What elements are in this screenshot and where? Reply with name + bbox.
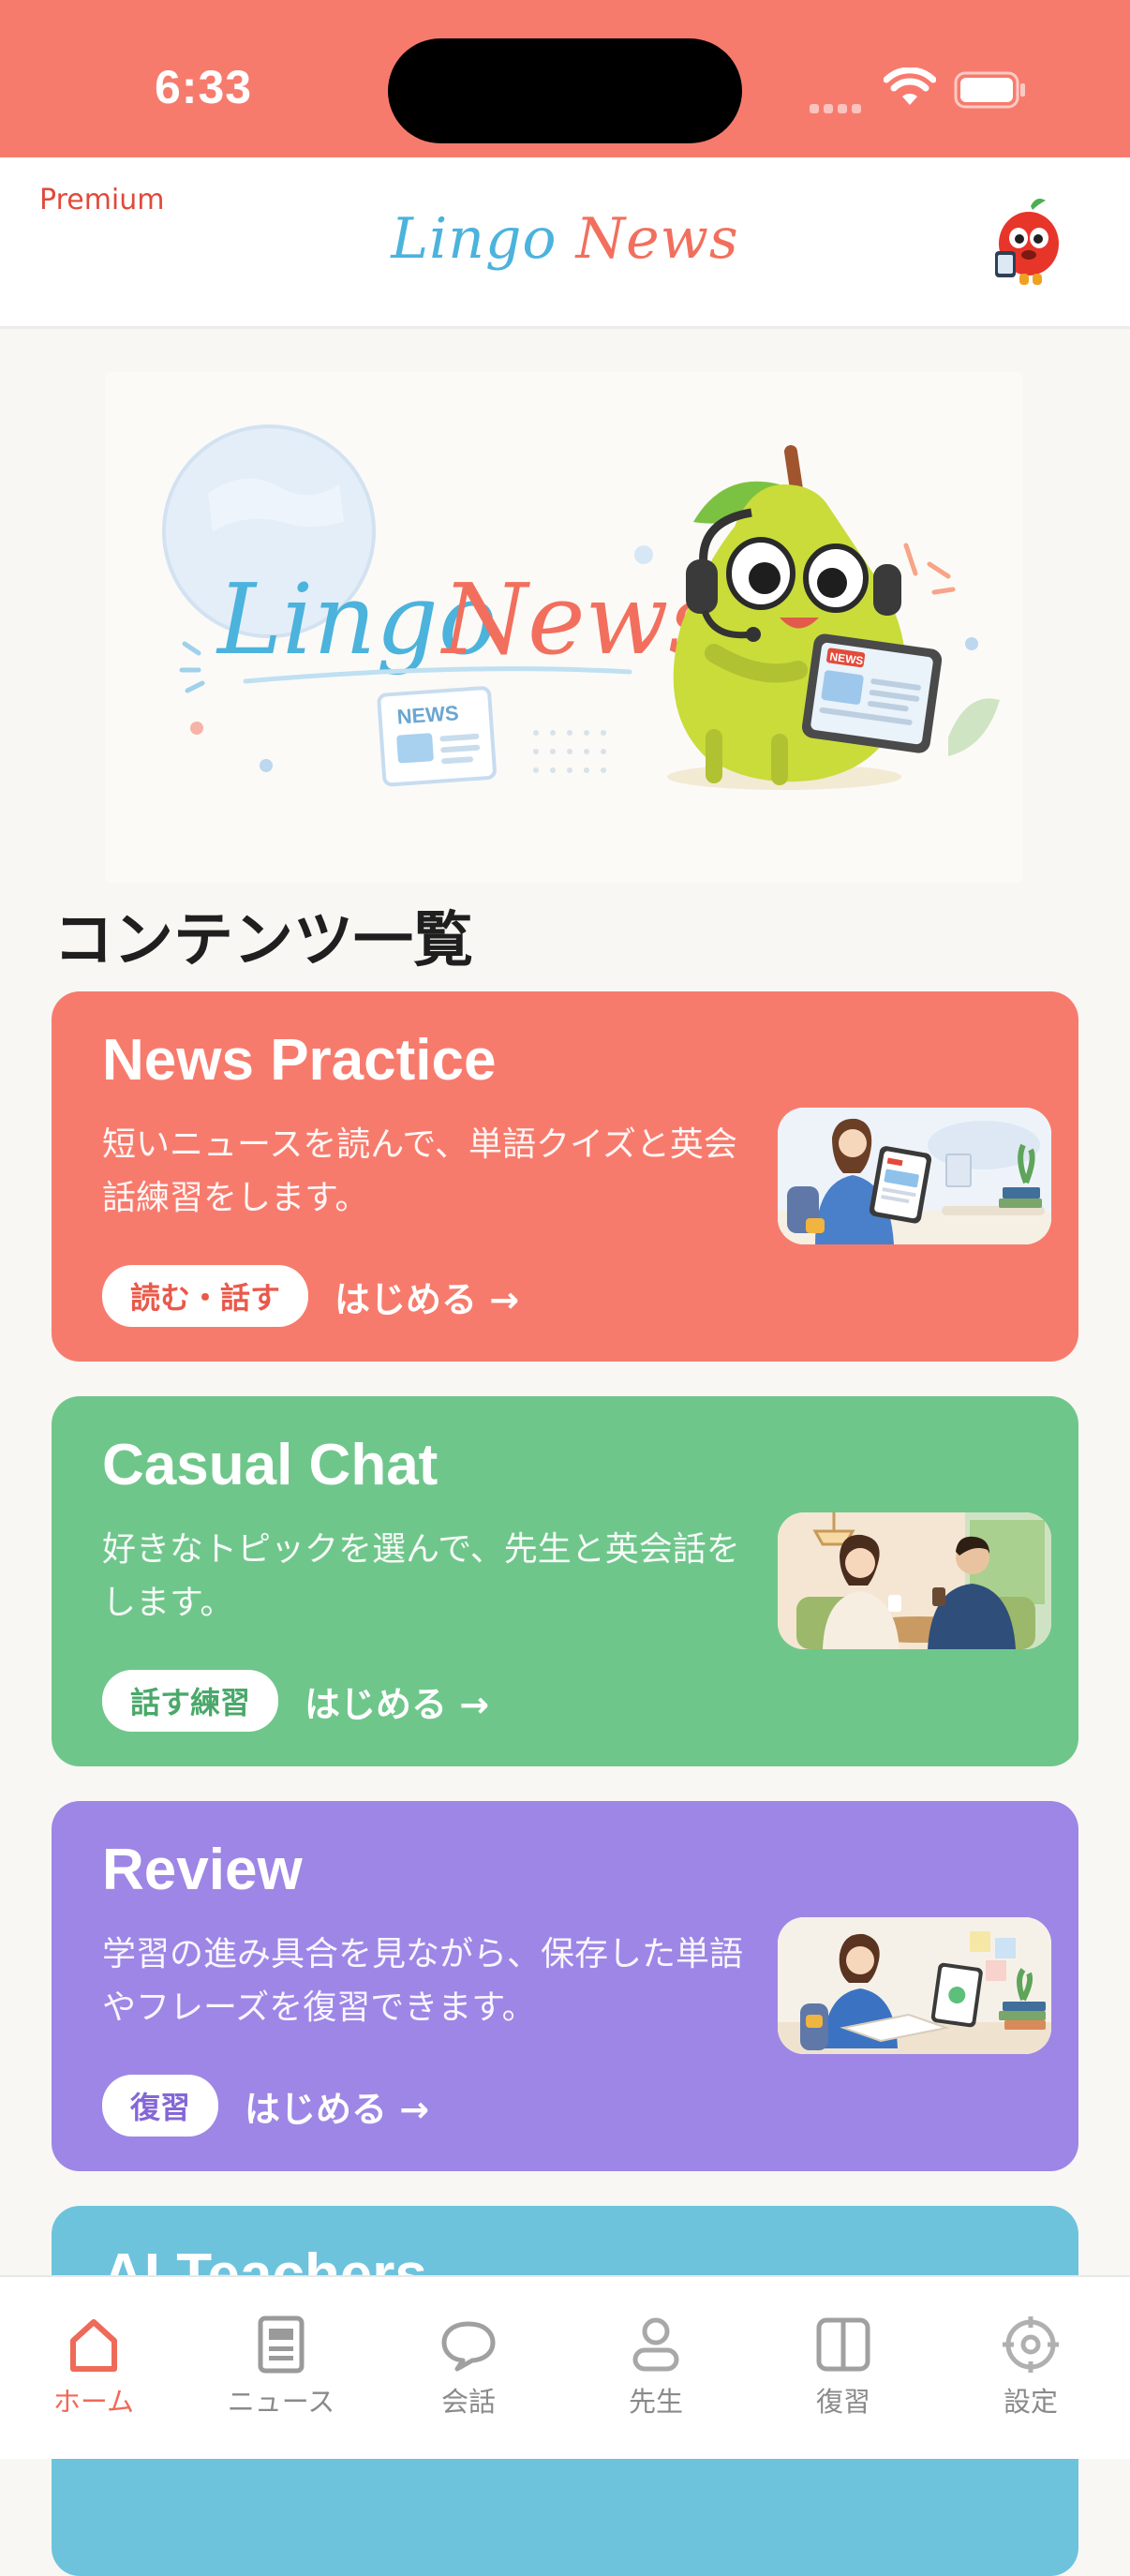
- tab-label: 会話: [440, 2386, 496, 2418]
- tab-label: ニュース: [227, 2386, 335, 2418]
- tab-news[interactable]: ニュース: [187, 2315, 375, 2420]
- review-card[interactable]: Review 学習の進み具合を見ながら、保存した単語やフレーズを復習できます。 …: [52, 1801, 1078, 2171]
- tab-label: 復習: [815, 2386, 870, 2418]
- gear-icon: [1003, 2316, 1059, 2373]
- card-title: News Practice: [102, 1028, 497, 1093]
- profile-mascot-avatar[interactable]: [989, 195, 1068, 289]
- news-practice-thumbnail: [778, 1108, 1051, 1244]
- tab-teacher[interactable]: 先生: [562, 2315, 750, 2420]
- start-button[interactable]: はじめる →: [245, 2080, 429, 2132]
- home-icon: [70, 2319, 117, 2372]
- chat-bubble-icon: [441, 2321, 496, 2372]
- cellular-signal-icon: [810, 99, 866, 113]
- start-button[interactable]: はじめる →: [305, 1675, 489, 1727]
- hero-banner: Lingo News NEWS NEWS: [105, 372, 1023, 883]
- status-bar: 6:33: [0, 0, 1130, 157]
- pear-mascot-icon: NEWS: [667, 445, 1000, 790]
- card-description: 好きなトピックを選んで、先生と英会話をします。: [102, 1530, 740, 1622]
- card-title: Review: [102, 1838, 303, 1902]
- tab-chat[interactable]: 会話: [375, 2315, 562, 2420]
- app-logo: Lingo News: [0, 206, 1130, 272]
- start-button[interactable]: はじめる →: [335, 1271, 519, 1322]
- tab-home[interactable]: ホーム: [0, 2315, 187, 2420]
- card-tag: 読む・話す: [102, 1265, 309, 1327]
- status-time: 6:33: [155, 61, 253, 113]
- section-title: コンテンツ一覧: [53, 906, 473, 975]
- hero-illustration: Lingo News NEWS NEWS: [162, 424, 1000, 790]
- dynamic-island: [388, 38, 742, 143]
- app-header: Premium Lingo News: [0, 157, 1130, 329]
- tab-label: ホーム: [52, 2386, 135, 2418]
- card-tag: 復習: [102, 2075, 219, 2137]
- battery-icon: [954, 71, 1025, 109]
- casual-chat-card[interactable]: Casual Chat 好きなトピックを選んで、先生と英会話をします。 話す練習…: [52, 1396, 1078, 1766]
- casual-chat-thumbnail: [778, 1512, 1051, 1649]
- tab-review[interactable]: 復習: [750, 2315, 937, 2420]
- wifi-icon: [884, 67, 936, 105]
- card-title: Casual Chat: [102, 1433, 439, 1497]
- card-tag: 話す練習: [102, 1670, 279, 1732]
- card-description: 短いニュースを読んで、単語クイズと英会話練習をします。: [102, 1125, 737, 1217]
- tab-label: 設定: [1003, 2386, 1058, 2418]
- card-description: 学習の進み具合を見ながら、保存した単語やフレーズを復習できます。: [102, 1935, 744, 2027]
- news-practice-card[interactable]: News Practice 短いニュースを読んで、単語クイズと英会話練習をします…: [52, 991, 1078, 1362]
- person-icon: [632, 2317, 679, 2372]
- svg-text:NEWS: NEWS: [396, 701, 460, 729]
- newspaper-icon: NEWS: [377, 686, 497, 787]
- tab-settings[interactable]: 設定: [937, 2315, 1124, 2420]
- logo-word-lingo: Lingo: [391, 206, 558, 272]
- book-icon: [816, 2317, 870, 2372]
- logo-word-news: News: [575, 206, 739, 272]
- tab-label: 先生: [628, 2386, 683, 2418]
- news-icon: [258, 2315, 305, 2374]
- review-thumbnail: [778, 1917, 1051, 2054]
- tab-bar: ホーム ニュース 会話 先生 復習 設定: [0, 2275, 1130, 2459]
